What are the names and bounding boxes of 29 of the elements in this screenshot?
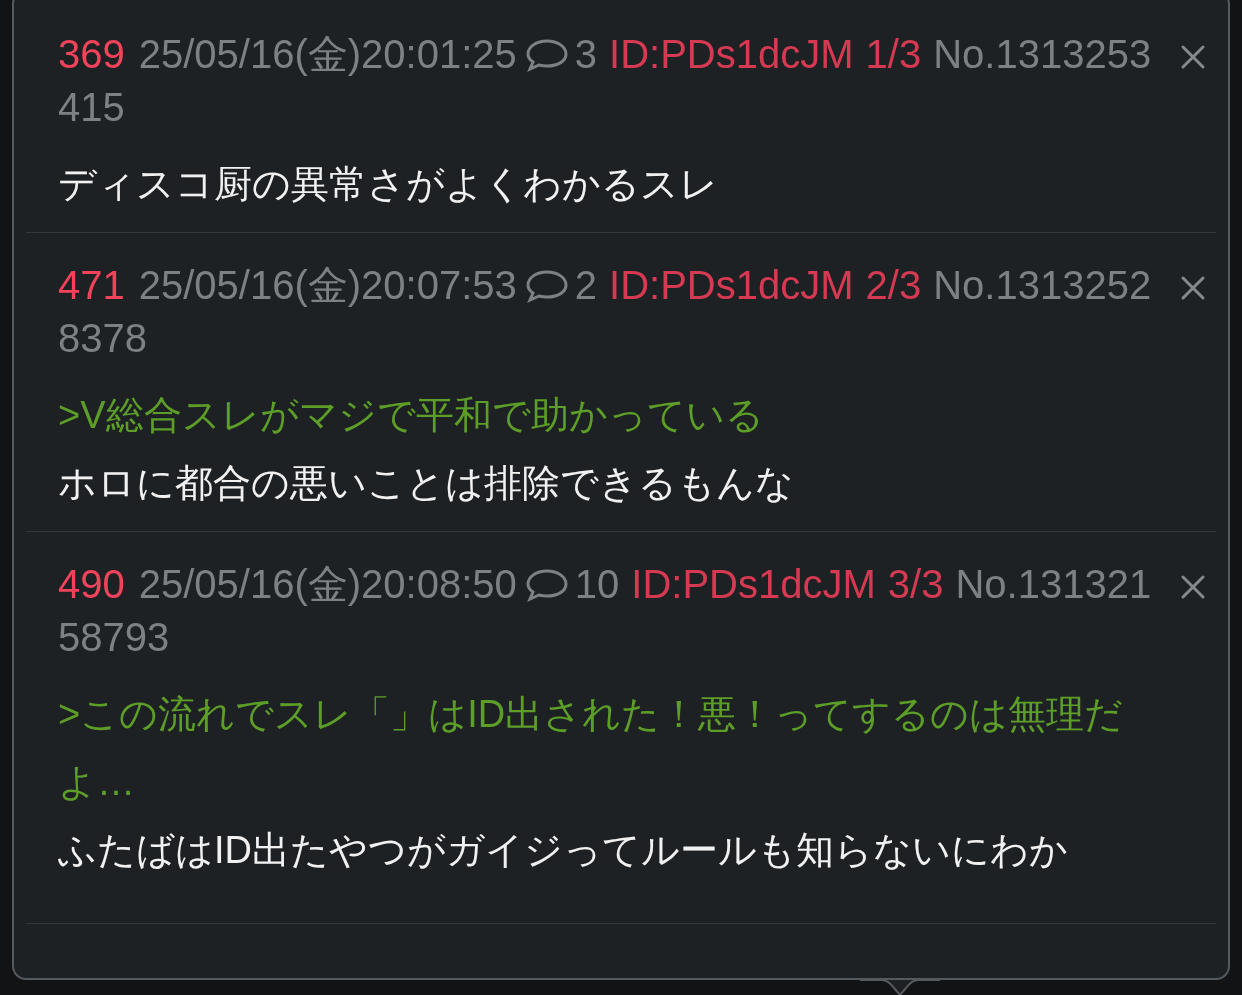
post-id-continued: 8378: [58, 316, 147, 360]
quote-line: >V総合スレがマジで平和で助かっている: [58, 393, 765, 438]
post-date: 25/05/16(金)20:08:50: [138, 562, 517, 606]
post-id: No.131321: [955, 562, 1152, 606]
post-date: 25/05/16(金)20:01:25: [138, 32, 517, 76]
post-id-continued: 415: [58, 85, 125, 129]
post-number: 471: [58, 263, 125, 307]
post-id: No.1313253: [933, 32, 1152, 76]
poster-id: ID:PDs1dcJM: [609, 32, 854, 76]
reply-count: 2: [574, 263, 598, 307]
poster-id: ID:PDs1dcJM: [609, 263, 854, 307]
post-number: 369: [58, 32, 125, 76]
speech-bubble-icon: [524, 269, 569, 303]
speech-bubble-icon: [524, 568, 569, 602]
id-count: 3/3: [887, 562, 944, 606]
post-id: No.1313252: [933, 263, 1152, 307]
id-count: 1/3: [865, 32, 922, 76]
post-date: 25/05/16(金)20:07:53: [138, 263, 517, 307]
post-text: ホロに都合の悪いことは排除できるもんな: [58, 461, 795, 506]
speech-bubble-icon: [524, 38, 569, 72]
quote-line: >この流れでスレ「」はID出された！悪！ってするのは無理だよ…: [58, 692, 1125, 805]
post-id-continued: 58793: [58, 615, 170, 659]
post-text: ふたばはID出たやつがガイジってルールも知らないにわか: [58, 828, 1069, 873]
post-text: ディスコ厨の異常さがよくわかるスレ: [58, 162, 719, 207]
post-number: 490: [58, 562, 125, 606]
reply-count: 10: [574, 562, 620, 606]
poster-id: ID:PDs1dcJM: [631, 562, 876, 606]
id-count: 2/3: [865, 263, 922, 307]
reply-count: 3: [574, 32, 598, 76]
